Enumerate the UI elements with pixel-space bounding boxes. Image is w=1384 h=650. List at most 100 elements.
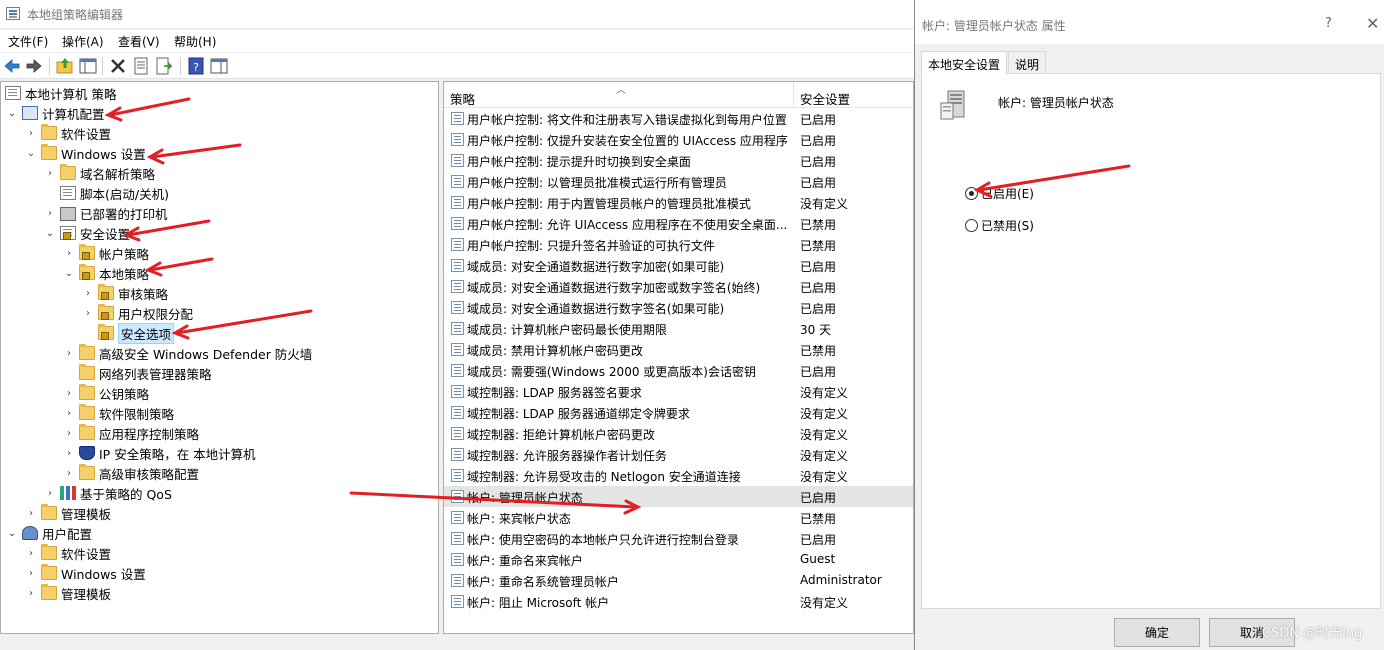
tree-node-dns-policy[interactable]: › 域名解析策略 xyxy=(43,163,155,183)
back-icon[interactable] xyxy=(2,56,22,76)
table-row[interactable]: 域成员: 需要强(Windows 2000 或更高版本)会话密钥 已启用 xyxy=(444,360,913,381)
menu-view[interactable]: 查看(V) xyxy=(118,33,160,50)
tree-node-network-list[interactable]: 网络列表管理器策略 xyxy=(62,363,212,383)
expand-chevron-icon[interactable]: › xyxy=(24,566,38,580)
tree-node-printers[interactable]: › 已部署的打印机 xyxy=(43,203,168,223)
table-row[interactable]: 域控制器: 允许易受攻击的 Netlogon 安全通道连接 没有定义 xyxy=(444,465,913,486)
tree-node-security-options[interactable]: 安全选项 xyxy=(81,322,175,344)
tree-node-app-control[interactable]: › 应用程序控制策略 xyxy=(62,423,199,443)
table-row[interactable]: 域控制器: LDAP 服务器通道绑定令牌要求 没有定义 xyxy=(444,402,913,423)
help-icon[interactable]: ? xyxy=(186,56,206,76)
export-list-icon[interactable] xyxy=(154,56,174,76)
locked-folder-icon xyxy=(98,324,114,340)
close-button[interactable]: ✕ xyxy=(1366,14,1379,33)
tab-local-security-setting[interactable]: 本地安全设置 xyxy=(921,51,1008,75)
radio-disabled[interactable]: 已禁用(S) xyxy=(965,217,1034,234)
collapse-chevron-icon[interactable]: ⌄ xyxy=(5,106,19,120)
expand-chevron-icon[interactable]: › xyxy=(24,126,38,140)
column-header-setting[interactable]: 安全设置 xyxy=(800,89,850,108)
radio-unselected-icon[interactable] xyxy=(965,219,978,232)
tree-node-scripts[interactable]: 脚本(启动/关机) xyxy=(43,183,169,203)
tree-node-user-config[interactable]: ⌄ 用户配置 xyxy=(5,523,92,543)
expand-chevron-icon[interactable]: › xyxy=(62,426,76,440)
table-row[interactable]: 域控制器: 允许服务器操作者计划任务 没有定义 xyxy=(444,444,913,465)
expand-chevron-icon[interactable]: › xyxy=(81,286,95,300)
expand-chevron-icon[interactable]: › xyxy=(62,466,76,480)
radio-selected-icon[interactable] xyxy=(965,187,978,200)
table-row[interactable]: 域成员: 对安全通道数据进行数字加密(如果可能) 已启用 xyxy=(444,255,913,276)
tree-node-computer-config[interactable]: ⌄ 计算机配置 xyxy=(5,103,105,123)
menu-action[interactable]: 操作(A) xyxy=(62,33,104,50)
expand-chevron-icon[interactable]: › xyxy=(62,446,76,460)
table-row[interactable]: 用户帐户控制: 只提升签名并验证的可执行文件 已禁用 xyxy=(444,234,913,255)
table-row[interactable]: 用户帐户控制: 用于内置管理员帐户的管理员批准模式 没有定义 xyxy=(444,192,913,213)
table-row[interactable]: 帐户: 重命名系统管理员帐户 Administrator xyxy=(444,570,913,591)
radio-enabled[interactable]: 已启用(E) xyxy=(965,185,1034,202)
table-row[interactable]: 域控制器: LDAP 服务器签名要求 没有定义 xyxy=(444,381,913,402)
table-row[interactable]: 帐户: 重命名来宾帐户 Guest xyxy=(444,549,913,570)
menu-help[interactable]: 帮助(H) xyxy=(174,33,216,50)
expand-chevron-icon[interactable]: › xyxy=(62,386,76,400)
collapse-chevron-icon[interactable]: ⌄ xyxy=(24,146,38,160)
tree-node-ipsec[interactable]: › IP 安全策略，在 本地计算机 xyxy=(62,443,256,463)
table-row[interactable]: 帐户: 来宾帐户状态 已禁用 xyxy=(444,507,913,528)
properties-icon[interactable] xyxy=(131,56,151,76)
collapse-chevron-icon[interactable]: ⌄ xyxy=(43,226,57,240)
tree-node-firewall[interactable]: › 高级安全 Windows Defender 防火墙 xyxy=(62,343,312,363)
column-divider[interactable] xyxy=(793,82,794,108)
tree-node-user-software[interactable]: › 软件设置 xyxy=(24,543,111,563)
tree-node-security-settings[interactable]: ⌄ 安全设置 xyxy=(43,223,130,243)
expand-chevron-icon[interactable]: › xyxy=(62,346,76,360)
collapse-chevron-icon[interactable]: ⌄ xyxy=(5,526,19,540)
table-row[interactable]: 帐户: 阻止 Microsoft 帐户 没有定义 xyxy=(444,591,913,612)
policy-name: 域成员: 对安全通道数据进行数字加密或数字签名(始终) xyxy=(467,281,761,295)
expand-chevron-icon[interactable]: › xyxy=(81,306,95,320)
expand-chevron-icon[interactable]: › xyxy=(24,586,38,600)
table-row[interactable]: 用户帐户控制: 将文件和注册表写入错误虚拟化到每用户位置 已启用 xyxy=(444,108,913,129)
tree-node-user-admin-templates[interactable]: › 管理模板 xyxy=(24,583,111,603)
table-row[interactable]: 用户帐户控制: 仅提升安装在安全位置的 UIAccess 应用程序 已启用 xyxy=(444,129,913,150)
tree-node-advanced-audit[interactable]: › 高级审核策略配置 xyxy=(62,463,199,483)
tree-node-root[interactable]: 本地计算机 策略 xyxy=(5,83,116,103)
tree-node-user-windows[interactable]: › Windows 设置 xyxy=(24,563,146,583)
show-hide-tree-icon[interactable] xyxy=(78,56,98,76)
column-header-policy[interactable]: 策略 xyxy=(450,89,475,108)
expand-chevron-icon[interactable]: › xyxy=(24,546,38,560)
policy-name: 帐户: 来宾帐户状态 xyxy=(467,512,571,526)
ok-button[interactable]: 确定 xyxy=(1114,618,1200,647)
action-pane-icon[interactable] xyxy=(209,56,229,76)
collapse-chevron-icon[interactable]: ⌄ xyxy=(62,266,76,280)
tab-explain[interactable]: 说明 xyxy=(1008,51,1047,74)
table-row[interactable]: 域成员: 对安全通道数据进行数字签名(如果可能) 已启用 xyxy=(444,297,913,318)
table-row[interactable]: 域成员: 计算机帐户密码最长使用期限 30 天 xyxy=(444,318,913,339)
tree-node-qos[interactable]: › 基于策略的 QoS xyxy=(43,483,172,503)
tree-node-audit-policy[interactable]: › 审核策略 xyxy=(81,283,168,303)
tree-node-user-rights[interactable]: › 用户权限分配 xyxy=(81,303,193,323)
delete-icon[interactable] xyxy=(108,56,128,76)
table-row[interactable]: 帐户: 使用空密码的本地帐户只允许进行控制台登录 已启用 xyxy=(444,528,913,549)
forward-icon[interactable] xyxy=(24,56,44,76)
menu-file[interactable]: 文件(F) xyxy=(8,33,48,50)
table-row[interactable]: 帐户: 管理员帐户状态 已启用 xyxy=(444,486,913,507)
up-folder-icon[interactable] xyxy=(55,56,75,76)
table-row[interactable]: 用户帐户控制: 允许 UIAccess 应用程序在不使用安全桌面... 已禁用 xyxy=(444,213,913,234)
table-row[interactable]: 域成员: 禁用计算机帐户密码更改 已禁用 xyxy=(444,339,913,360)
tree-node-windows-settings[interactable]: ⌄ Windows 设置 xyxy=(24,143,146,163)
tree-node-account-policy[interactable]: › 帐户策略 xyxy=(62,243,149,263)
tree-node-software-settings[interactable]: › 软件设置 xyxy=(24,123,111,143)
expand-chevron-icon[interactable]: › xyxy=(43,206,57,220)
expand-chevron-icon[interactable]: › xyxy=(43,486,57,500)
tree-node-admin-templates[interactable]: › 管理模板 xyxy=(24,503,111,523)
tree-node-public-key[interactable]: › 公钥策略 xyxy=(62,383,149,403)
help-button[interactable]: ? xyxy=(1325,16,1332,31)
table-row[interactable]: 用户帐户控制: 以管理员批准模式运行所有管理员 已启用 xyxy=(444,171,913,192)
table-row[interactable]: 用户帐户控制: 提示提升时切换到安全桌面 已启用 xyxy=(444,150,913,171)
tree-node-software-restriction[interactable]: › 软件限制策略 xyxy=(62,403,174,423)
table-row[interactable]: 域控制器: 拒绝计算机帐户密码更改 没有定义 xyxy=(444,423,913,444)
expand-chevron-icon[interactable]: › xyxy=(62,406,76,420)
table-row[interactable]: 域成员: 对安全通道数据进行数字加密或数字签名(始终) 已启用 xyxy=(444,276,913,297)
expand-chevron-icon[interactable]: › xyxy=(24,506,38,520)
expand-chevron-icon[interactable]: › xyxy=(62,246,76,260)
expand-chevron-icon[interactable]: › xyxy=(43,166,57,180)
tree-node-local-policy[interactable]: ⌄ 本地策略 xyxy=(62,263,149,283)
